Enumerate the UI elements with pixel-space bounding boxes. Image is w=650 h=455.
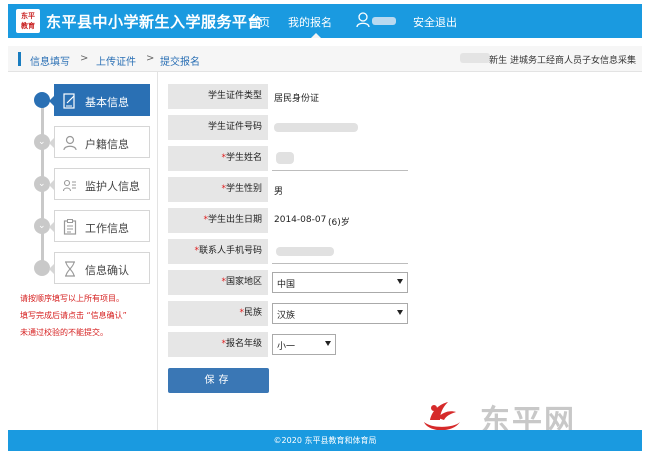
field-label: 学生证件号码 <box>168 115 268 140</box>
step-dot <box>34 260 50 276</box>
label-text: 学生姓名 <box>225 153 262 163</box>
step-pointer <box>49 221 55 233</box>
step-work-info[interactable]: 工作信息 <box>49 210 150 242</box>
label-text: 报名年级 <box>225 339 262 349</box>
nav-home[interactable]: 首页 <box>248 14 270 30</box>
nav-logout[interactable]: 安全退出 <box>413 14 457 30</box>
hourglass-icon <box>63 261 77 277</box>
chevron-down-icon: ⌄ <box>38 221 46 231</box>
label-text: 学生证件类型 <box>207 91 262 101</box>
step-label: 工作信息 <box>85 222 129 235</box>
step-sidebar: 基本信息 ⌄ 户籍信息 ⌄ 监护人信息 ⌄ 工作信息 信息确认 请按顺序填写以上… <box>8 72 158 430</box>
label-text: 学生证件号码 <box>207 122 262 132</box>
watermark-logo-icon <box>418 398 466 434</box>
step-guardian-info[interactable]: 监护人信息 <box>49 168 150 200</box>
name-redacted <box>276 152 294 164</box>
label-text: 学生性别 <box>225 184 262 194</box>
select-value: 小一 <box>277 342 296 352</box>
person-icon <box>63 135 77 151</box>
grade-select[interactable]: 小一 <box>272 334 336 355</box>
chevron-down-icon: ⌄ <box>38 179 46 189</box>
step-label: 户籍信息 <box>85 138 129 151</box>
registration-category: 新生 进城务工经商人员子女信息采集 <box>489 56 636 66</box>
user-icon <box>356 12 370 28</box>
step-basic-info[interactable]: 基本信息 <box>49 84 150 116</box>
region-select[interactable]: 中国 <box>272 272 408 293</box>
caret-down-icon <box>397 310 403 315</box>
step-pointer <box>49 263 55 275</box>
caret-down-icon <box>325 341 331 346</box>
nav-my-registration[interactable]: 我的报名 <box>288 14 332 30</box>
step-dot: ⌄ <box>34 176 50 192</box>
site-title: 东平县中小学新生入学服务平台 <box>46 13 264 31</box>
id-number-redacted <box>274 123 358 132</box>
label-text: 联系人手机号码 <box>198 246 262 256</box>
step-dot-active <box>34 92 50 108</box>
site-logo: 东平 教育 <box>16 9 40 33</box>
category-redacted <box>460 53 490 63</box>
step-confirm-info[interactable]: 信息确认 <box>49 252 150 284</box>
phone-redacted <box>276 247 334 256</box>
field-label: *联系人手机号码 <box>168 239 268 264</box>
chevron-down-icon: ⌄ <box>38 137 46 147</box>
label-text: 民族 <box>243 308 262 318</box>
gender-value: 男 <box>274 187 284 197</box>
instruction-note: 填写完成后请点击 “信息确认” <box>20 311 127 320</box>
breadcrumb-fill-info[interactable]: 信息填写 <box>30 53 70 68</box>
field-label: *民族 <box>168 301 268 326</box>
name-input[interactable] <box>272 170 408 171</box>
label-text: 学生出生日期 <box>207 215 262 225</box>
field-label: *学生姓名 <box>168 146 268 171</box>
clipboard-icon <box>63 219 77 235</box>
field-label: *学生性别 <box>168 177 268 202</box>
id-type-value: 居民身份证 <box>274 94 320 104</box>
step-label: 信息确认 <box>85 264 129 277</box>
caret-down-icon <box>397 279 403 284</box>
step-household-info[interactable]: 户籍信息 <box>49 126 150 158</box>
step-pointer <box>49 137 55 149</box>
user-name-redacted <box>372 17 396 25</box>
select-value: 中国 <box>277 280 296 290</box>
field-label: *国家地区 <box>168 270 268 295</box>
field-label: *学生出生日期 <box>168 208 268 233</box>
step-pointer <box>49 95 55 107</box>
breadcrumb-accent <box>18 52 21 66</box>
step-label: 监护人信息 <box>85 180 140 193</box>
step-label: 基本信息 <box>85 96 129 109</box>
id-card-icon <box>62 177 77 193</box>
breadcrumb-separator: > <box>146 53 155 64</box>
breadcrumb-upload[interactable]: 上传证件 <box>96 53 136 68</box>
select-value: 汉族 <box>277 311 296 321</box>
field-label: *报名年级 <box>168 332 268 357</box>
logo-text: 东平 教育 <box>21 12 35 30</box>
step-pointer <box>49 179 55 191</box>
age-value: (6)岁 <box>328 218 350 228</box>
label-text: 国家地区 <box>225 277 262 287</box>
step-dot: ⌄ <box>34 218 50 234</box>
footer: ©2020 东平县教育和体育局 <box>8 430 642 451</box>
breadcrumb: 信息填写 > 上传证件 > 提交报名 新生 进城务工经商人员子女信息采集 <box>8 46 642 72</box>
instruction-note: 未通过校验的不能提交。 <box>20 328 108 337</box>
nav-active-indicator <box>311 33 321 38</box>
field-label: 学生证件类型 <box>168 84 268 109</box>
instruction-note: 请按顺序填写以上所有项目。 <box>20 294 124 303</box>
edit-doc-icon <box>63 93 77 109</box>
breadcrumb-submit[interactable]: 提交报名 <box>160 53 200 68</box>
ethnicity-select[interactable]: 汉族 <box>272 303 408 324</box>
save-button[interactable]: 保存 <box>168 368 269 393</box>
breadcrumb-separator: > <box>80 53 89 64</box>
step-dot: ⌄ <box>34 134 50 150</box>
top-header: 东平 教育 东平县中小学新生入学服务平台 首页 我的报名 安全退出 <box>8 4 642 38</box>
birth-date-value: 2014-08-07 <box>274 215 327 225</box>
phone-input[interactable] <box>272 263 408 264</box>
